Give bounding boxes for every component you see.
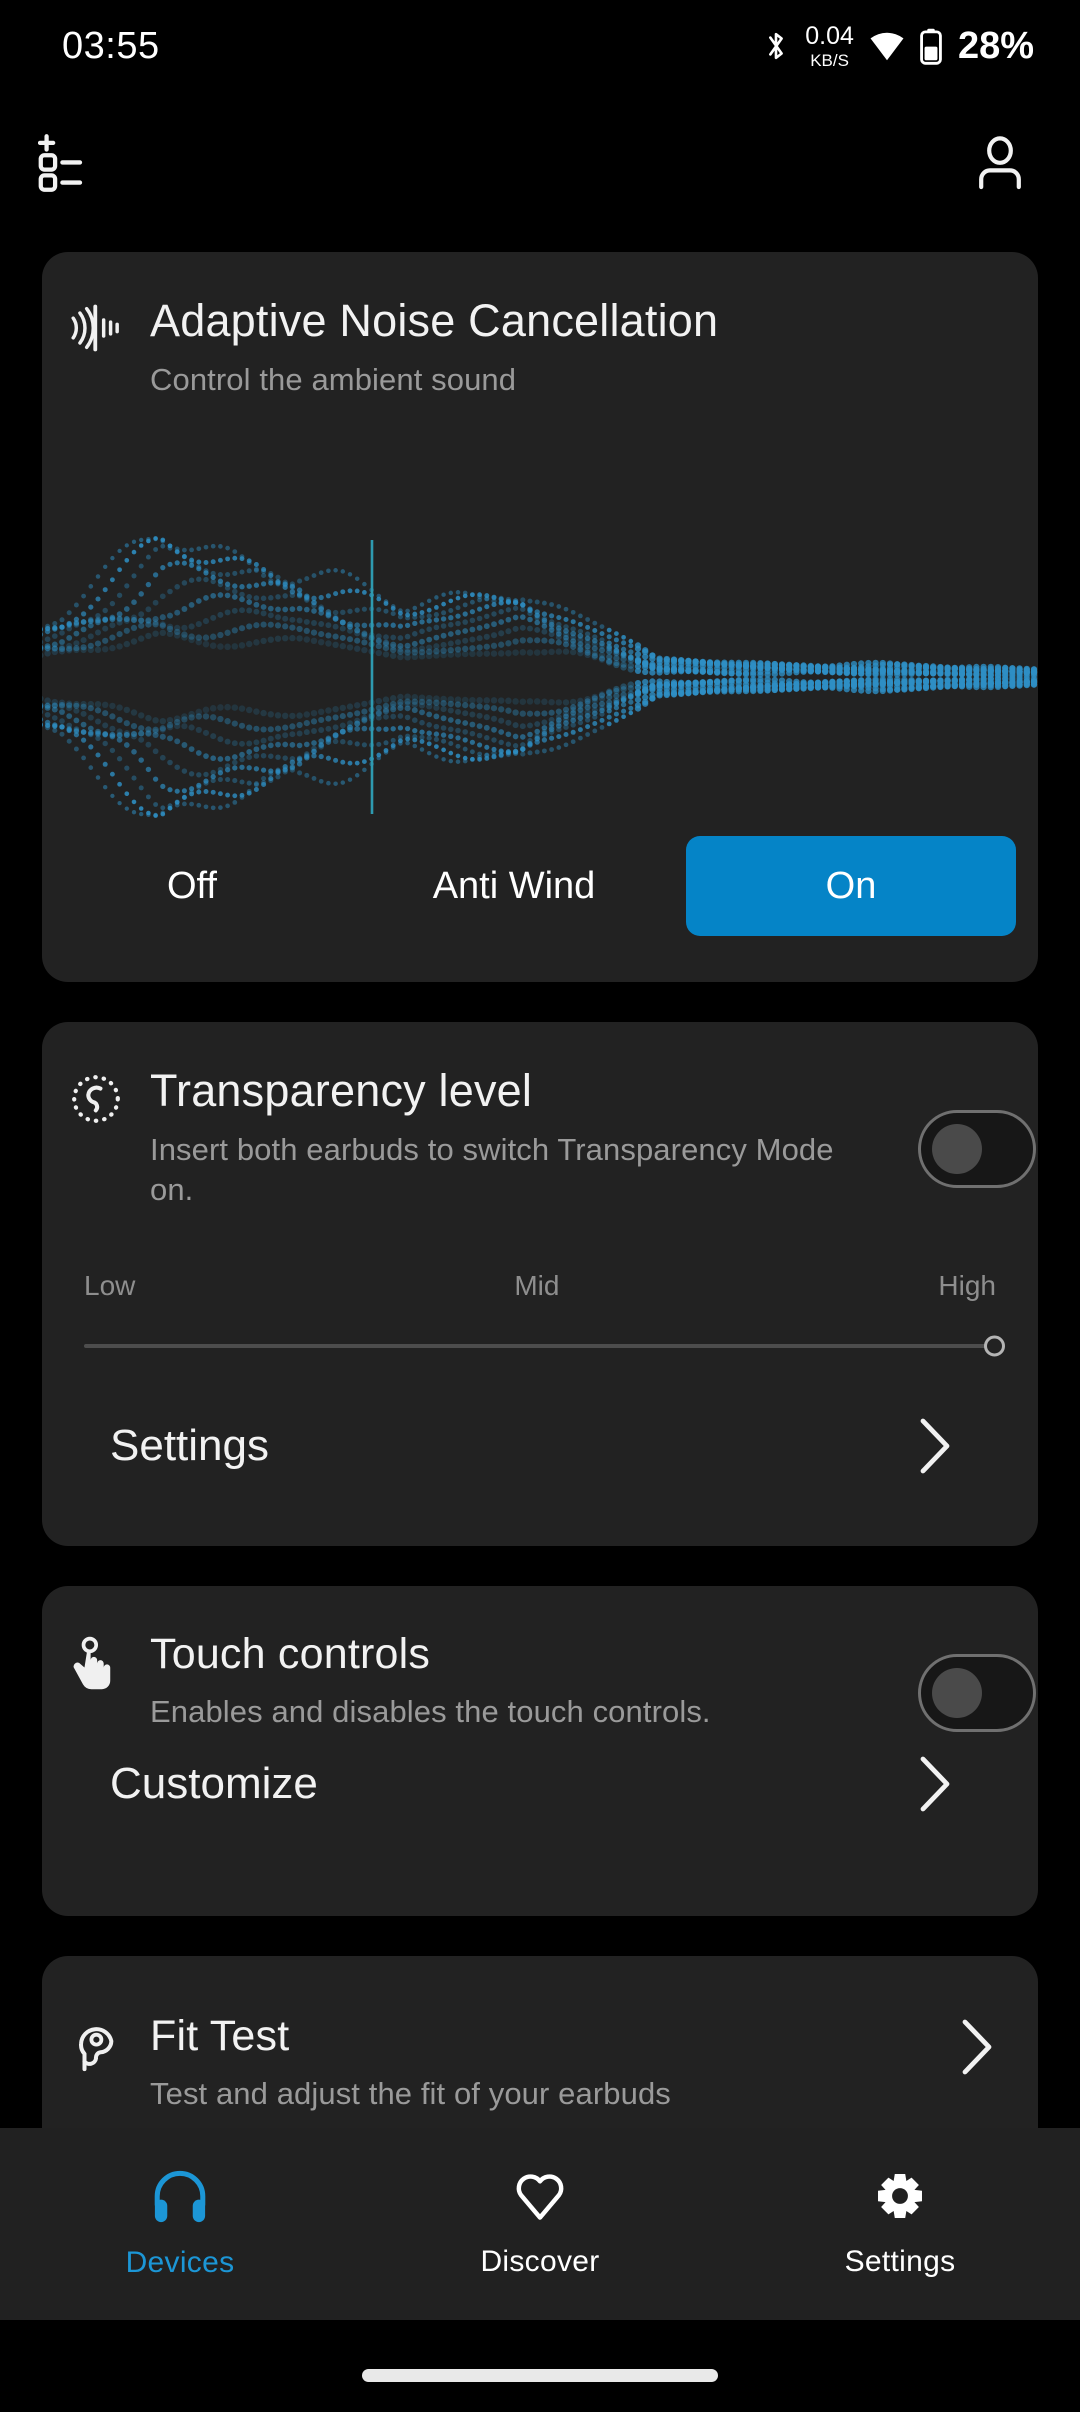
status-bar: 03:55 0.04 KB/S 28% xyxy=(0,0,1080,92)
anc-mode-anti-wind-button[interactable]: Anti Wind xyxy=(342,836,686,936)
touch-card-text: Touch controls Enables and disables the … xyxy=(150,1630,1038,1732)
touch-hand-icon xyxy=(42,1630,150,1692)
fit-test-card[interactable]: Fit Test Test and adjust the fit of your… xyxy=(42,1956,1038,2156)
chevron-right-icon xyxy=(920,1756,950,1812)
noise-cancellation-wave-icon xyxy=(42,296,150,354)
phone-screen: 03:55 0.04 KB/S 28% Adaptive Noise Cance… xyxy=(0,0,1080,2412)
fit-test-subtitle: Test and adjust the fit of your earbuds xyxy=(150,2076,671,2112)
transparency-level-slider[interactable]: Low Mid High xyxy=(84,1270,1005,1357)
transparency-settings-row[interactable]: Settings xyxy=(0,1398,996,1494)
nav-tab-settings[interactable]: Settings xyxy=(720,2128,1080,2320)
slider-label-low: Low xyxy=(84,1270,136,1301)
transparency-subtitle: Insert both earbuds to switch Transparen… xyxy=(150,1132,834,1208)
touch-card-header: Touch controls Enables and disables the … xyxy=(42,1586,1038,1732)
bottom-navigation-bar: Devices Discover Settings xyxy=(0,2128,1080,2320)
network-speed: 0.04 KB/S xyxy=(805,21,854,70)
transparency-card-header: Transparency level Insert both earbuds t… xyxy=(42,1022,1038,1210)
nav-label-settings: Settings xyxy=(844,2245,956,2278)
gesture-home-indicator[interactable] xyxy=(362,2369,718,2382)
gear-icon xyxy=(878,2174,922,2218)
fit-test-inner: Fit Test Test and adjust the fit of your… xyxy=(42,1956,1038,2114)
fit-test-text: Fit Test Test and adjust the fit of your… xyxy=(150,2012,1038,2114)
anc-mode-off-button[interactable]: Off xyxy=(42,836,342,936)
anc-card-header: Adaptive Noise Cancellation Control the … xyxy=(42,252,1038,400)
anc-card-text: Adaptive Noise Cancellation Control the … xyxy=(150,295,1038,400)
transparency-toggle[interactable] xyxy=(918,1110,1036,1188)
account-person-icon[interactable] xyxy=(974,135,1026,195)
fit-test-ear-icon xyxy=(42,2012,150,2072)
transparency-card-text: Transparency level Insert both earbuds t… xyxy=(150,1065,1038,1210)
anc-title: Adaptive Noise Cancellation xyxy=(150,295,719,346)
fit-test-header: Fit Test Test and adjust the fit of your… xyxy=(42,2012,1038,2114)
status-icons: 0.04 KB/S 28% xyxy=(761,21,1034,70)
headphones-icon xyxy=(154,2170,206,2223)
anc-subtitle: Control the ambient sound xyxy=(150,362,517,398)
anc-mode-on-button[interactable]: On xyxy=(686,836,1016,936)
fit-test-title: Fit Test xyxy=(150,2012,290,2060)
transparency-settings-label: Settings xyxy=(110,1421,269,1470)
nav-label-devices: Devices xyxy=(125,2246,235,2279)
battery-percent: 28% xyxy=(957,24,1034,67)
touch-customize-label: Customize xyxy=(110,1759,318,1808)
battery-icon xyxy=(920,28,942,65)
network-speed-unit: KB/S xyxy=(810,50,849,70)
heart-icon xyxy=(516,2174,564,2220)
transparency-slider-track[interactable] xyxy=(84,1335,1005,1357)
chevron-right-icon xyxy=(920,1418,950,1474)
anc-waveform-visualization xyxy=(42,532,1038,822)
nav-tab-devices[interactable]: Devices xyxy=(0,2128,360,2320)
transparency-toggle-knob xyxy=(932,1124,982,1174)
wifi-icon xyxy=(870,32,904,61)
nav-tab-discover[interactable]: Discover xyxy=(360,2128,720,2320)
transparency-ear-icon xyxy=(42,1066,150,1126)
app-bar xyxy=(0,120,1080,210)
touch-controls-toggle[interactable] xyxy=(918,1654,1036,1732)
transparency-slider-labels: Low Mid High xyxy=(84,1270,996,1302)
slider-label-high: High xyxy=(938,1270,996,1301)
add-device-list-icon[interactable] xyxy=(37,132,104,199)
anc-mode-segmented-control: Off Anti Wind On xyxy=(42,836,1038,936)
bluetooth-icon xyxy=(769,32,784,60)
transparency-title: Transparency level xyxy=(150,1065,533,1116)
network-speed-value: 0.04 xyxy=(805,21,854,50)
touch-title: Touch controls xyxy=(150,1630,431,1678)
slider-label-mid: Mid xyxy=(514,1270,560,1301)
transparency-slider-thumb[interactable] xyxy=(984,1335,1005,1357)
anc-card: Adaptive Noise Cancellation Control the … xyxy=(42,252,1038,982)
touch-customize-row[interactable]: Customize xyxy=(0,1736,996,1832)
touch-controls-toggle-knob xyxy=(932,1668,982,1718)
status-clock: 03:55 xyxy=(62,24,160,67)
nav-label-discover: Discover xyxy=(480,2245,600,2278)
chevron-right-icon xyxy=(962,2019,992,2075)
touch-subtitle: Enables and disables the touch controls. xyxy=(150,1694,711,1730)
